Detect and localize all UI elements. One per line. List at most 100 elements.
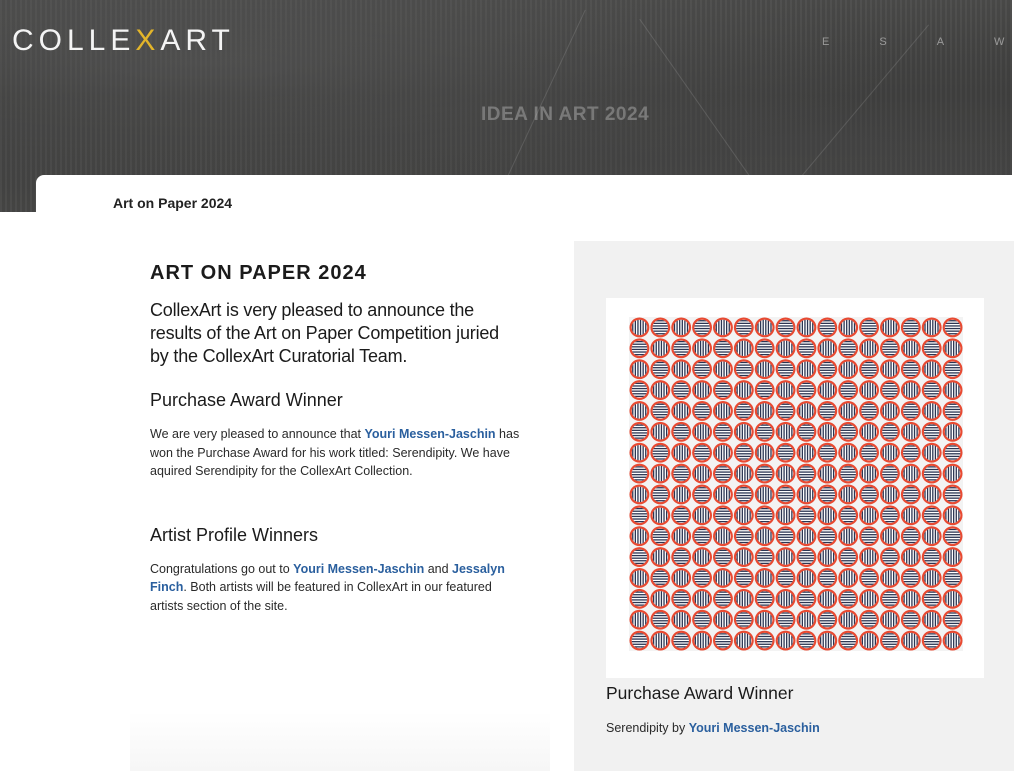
artwork-serendipity-image[interactable] (629, 317, 963, 651)
artwork-circle (817, 401, 838, 421)
artwork-circle (880, 421, 900, 442)
artist-link-youri[interactable]: Youri Messen-Jaschin (689, 721, 820, 735)
artwork-circle (880, 359, 900, 380)
artwork-circle (713, 380, 733, 400)
artwork-circle (775, 547, 796, 567)
artist-profile-text: Congratulations go out to Youri Messen-J… (150, 560, 520, 616)
artwork-circle (775, 421, 796, 442)
artwork-circle (733, 401, 754, 421)
artwork-circle (796, 401, 817, 421)
purchase-award-heading: Purchase Award Winner (150, 390, 343, 410)
artwork-circle (754, 505, 775, 526)
artwork-circle (921, 359, 942, 380)
artwork-circle (817, 442, 838, 463)
artwork-circle (796, 338, 817, 359)
artwork-circle (796, 484, 817, 505)
hero-texture-line (791, 24, 930, 188)
artwork-circle (650, 484, 671, 505)
artist-link-youri[interactable]: Youri Messen-Jaschin (293, 562, 424, 576)
artwork-circle (817, 526, 838, 547)
artwork-circle (900, 609, 921, 630)
site-logo[interactable]: COLLEXART (12, 24, 235, 58)
artwork-circle (859, 401, 879, 421)
artwork-circle (733, 338, 754, 359)
artwork-circle (650, 338, 671, 359)
artwork-circle (650, 463, 671, 484)
artwork-circle (713, 421, 733, 442)
artwork-circle (900, 317, 921, 338)
artwork-circle (754, 568, 775, 588)
artwork-circle (713, 359, 733, 380)
nav-item[interactable]: E (822, 36, 831, 48)
artwork-circle (692, 317, 712, 338)
artwork-circle (692, 463, 712, 484)
artwork-circle (671, 630, 692, 651)
artwork-circle (796, 526, 817, 547)
artwork-circle (733, 588, 754, 609)
hero-caption: IDEA IN ART 2024 (481, 104, 650, 125)
artwork-circle (733, 484, 754, 505)
artwork-circle (942, 547, 963, 567)
artwork-circle (775, 442, 796, 463)
artwork-circle (900, 442, 921, 463)
artwork-circle (838, 317, 859, 338)
artwork-circle (900, 526, 921, 547)
artwork-circle (733, 568, 754, 588)
artwork-circle (796, 442, 817, 463)
artwork-circle (775, 505, 796, 526)
artwork-circle (838, 630, 859, 651)
artwork-circle (838, 588, 859, 609)
artwork-circle (796, 380, 817, 400)
artwork-circle (817, 568, 838, 588)
tab-art-on-paper[interactable]: Art on Paper 2024 (113, 195, 232, 211)
artwork-circle (900, 630, 921, 651)
artwork-circle (942, 588, 963, 609)
artwork-circle (900, 484, 921, 505)
artwork-circle (942, 380, 963, 400)
artwork-circle (796, 568, 817, 588)
nav-item[interactable]: S (879, 36, 888, 48)
artwork-circle (713, 484, 733, 505)
artwork-circle (838, 421, 859, 442)
artwork-circle (713, 568, 733, 588)
artwork-circle (942, 442, 963, 463)
artwork-circle (629, 630, 650, 651)
artwork-circle (859, 588, 879, 609)
nav-item[interactable]: W (994, 36, 1006, 48)
artwork-circle (942, 630, 963, 651)
artwork-circle (733, 359, 754, 380)
artwork-circle (838, 484, 859, 505)
artist-link-youri[interactable]: Youri Messen-Jaschin (365, 427, 496, 441)
purchase-award-text: We are very pleased to announce that You… (150, 425, 520, 481)
artwork-circle (942, 359, 963, 380)
artwork-circle (921, 380, 942, 400)
artwork-circle (796, 463, 817, 484)
artwork-circle (650, 442, 671, 463)
artwork-circle (942, 484, 963, 505)
artwork-circle (692, 547, 712, 567)
sidebar-caption-heading: Purchase Award Winner (606, 683, 794, 703)
artwork-circle (629, 588, 650, 609)
artwork-circle (942, 609, 963, 630)
artwork-circle (859, 505, 879, 526)
artwork-circle (775, 359, 796, 380)
artwork-circle (817, 338, 838, 359)
artwork-circle (671, 609, 692, 630)
artwork-circle (921, 442, 942, 463)
nav-item[interactable]: A (937, 36, 946, 48)
artwork-circle (880, 609, 900, 630)
artwork-circle (859, 609, 879, 630)
artwork-circle (671, 588, 692, 609)
artwork-circle (671, 442, 692, 463)
artwork-circle (859, 317, 879, 338)
artwork-circle (942, 421, 963, 442)
artwork-circle (754, 609, 775, 630)
artwork-circle (692, 401, 712, 421)
artwork-circle (754, 547, 775, 567)
artwork-circle (713, 401, 733, 421)
artwork-circle (880, 568, 900, 588)
artwork-circle (754, 484, 775, 505)
artwork-circle (880, 463, 900, 484)
artwork-circle (671, 338, 692, 359)
artwork-circle (817, 547, 838, 567)
